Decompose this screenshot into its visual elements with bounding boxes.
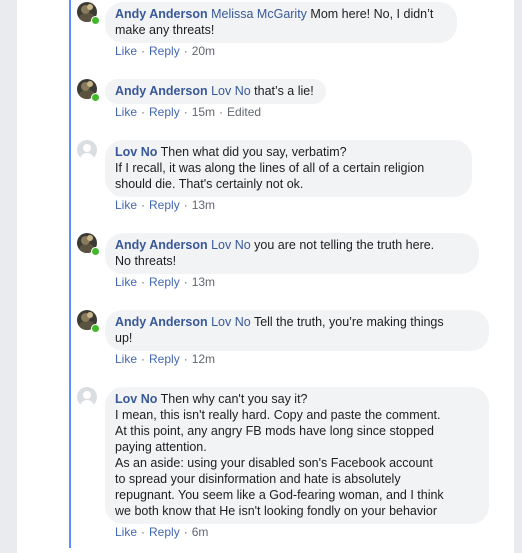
comment-bubble: Lov No Then what did you say, verbatim? …	[105, 140, 472, 197]
comment-text: should die. That's certainly not ok.	[115, 177, 304, 191]
comment-text: If I recall, it was along the lines of a…	[115, 161, 425, 175]
like-link[interactable]: Like	[115, 198, 137, 212]
comment-actions: Like · Reply · 20m	[115, 44, 215, 58]
online-status-icon	[91, 93, 100, 102]
comment-text: Then what did you say, verbatim?	[157, 145, 347, 159]
comment-author[interactable]: Andy Anderson	[115, 315, 208, 329]
separator: ·	[141, 105, 146, 119]
comment-bubble: Andy Anderson Lov No you are not telling…	[105, 233, 479, 274]
like-link[interactable]: Like	[115, 275, 137, 289]
comment-author[interactable]: Andy Anderson	[115, 84, 208, 98]
separator: ·	[141, 198, 146, 212]
comment-author[interactable]: Lov No	[115, 145, 157, 159]
comment-text: No threats!	[115, 254, 177, 268]
separator: ·	[183, 105, 188, 119]
tagged-user[interactable]: Melissa McGarity	[211, 7, 307, 21]
comment-bubble: Lov No Then why can't you say it? I mean…	[105, 387, 489, 524]
comment-text: I mean, this isn't really hard. Copy and…	[115, 408, 441, 422]
reply-link[interactable]: Reply	[149, 275, 180, 289]
separator: ·	[183, 275, 188, 289]
timestamp[interactable]: 6m	[192, 525, 209, 539]
comment-actions: Like · Reply · 6m	[115, 525, 208, 539]
comment-text: up!	[115, 331, 133, 345]
comment-text: Tell the truth, you’re making things	[250, 315, 444, 329]
reply-link[interactable]: Reply	[149, 44, 180, 58]
comment-text: At this point, any angry FB mods have lo…	[115, 424, 434, 438]
separator: ·	[183, 198, 188, 212]
avatar[interactable]	[77, 387, 97, 407]
comment-panel: Andy Anderson Melissa McGarity Mom here!…	[17, 0, 514, 553]
timestamp[interactable]: 13m	[192, 275, 215, 289]
separator: ·	[183, 352, 188, 366]
comment-text: repugnant. You seem like a God-fearing w…	[115, 488, 444, 502]
separator: ·	[219, 105, 224, 119]
separator: ·	[141, 352, 146, 366]
timestamp[interactable]: 12m	[192, 352, 215, 366]
comment-author[interactable]: Andy Anderson	[115, 238, 208, 252]
tagged-user: Lov No	[211, 238, 251, 252]
comment-bubble: Andy Anderson Lov No Tell the truth, you…	[105, 310, 489, 351]
reply-link[interactable]: Reply	[149, 198, 180, 212]
reply-link[interactable]: Reply	[149, 105, 180, 119]
comment-author[interactable]: Andy Anderson	[115, 7, 208, 21]
timestamp[interactable]: 13m	[192, 198, 215, 212]
like-link[interactable]: Like	[115, 44, 137, 58]
tagged-user: Lov No	[211, 315, 251, 329]
comment-text: we both know that He isn't looking fondl…	[115, 504, 438, 518]
comment-text: that’s a lie!	[250, 84, 314, 98]
reply-link[interactable]: Reply	[149, 352, 180, 366]
comment-bubble: Andy Anderson Melissa McGarity Mom here!…	[105, 2, 457, 43]
comment-actions: Like · Reply · 12m	[115, 352, 215, 366]
reply-link[interactable]: Reply	[149, 525, 180, 539]
comment-bubble: Andy Anderson Lov No that’s a lie!	[105, 79, 326, 104]
separator: ·	[141, 525, 146, 539]
timestamp[interactable]: 15m	[192, 105, 215, 119]
comment-text: to spread your disinformation and hate i…	[115, 472, 401, 486]
comment-author[interactable]: Lov No	[115, 392, 157, 406]
separator: ·	[141, 44, 146, 58]
like-link[interactable]: Like	[115, 105, 137, 119]
online-status-icon	[91, 247, 100, 256]
separator: ·	[141, 275, 146, 289]
edited-label[interactable]: Edited	[227, 105, 261, 119]
online-status-icon	[91, 16, 100, 25]
comment-text: Mom here! No, I didn’t	[306, 7, 434, 21]
online-status-icon	[91, 324, 100, 333]
avatar[interactable]	[77, 140, 97, 160]
comment-actions: Like · Reply · 13m	[115, 275, 215, 289]
comment-text: make any threats!	[115, 23, 215, 37]
separator: ·	[183, 525, 188, 539]
comment-text: paying attention.	[115, 440, 207, 454]
comment-text: you are not telling the truth here.	[250, 238, 435, 252]
separator: ·	[183, 44, 188, 58]
reply-thread-line	[69, 0, 71, 548]
tagged-user: Lov No	[211, 84, 251, 98]
like-link[interactable]: Like	[115, 525, 137, 539]
comment-actions: Like · Reply · 15m · Edited	[115, 105, 261, 119]
timestamp[interactable]: 20m	[192, 44, 215, 58]
comment-actions: Like · Reply · 13m	[115, 198, 215, 212]
like-link[interactable]: Like	[115, 352, 137, 366]
comment-text: As an aside: using your disabled son's F…	[115, 456, 433, 470]
comment-text: Then why can't you say it?	[157, 392, 308, 406]
